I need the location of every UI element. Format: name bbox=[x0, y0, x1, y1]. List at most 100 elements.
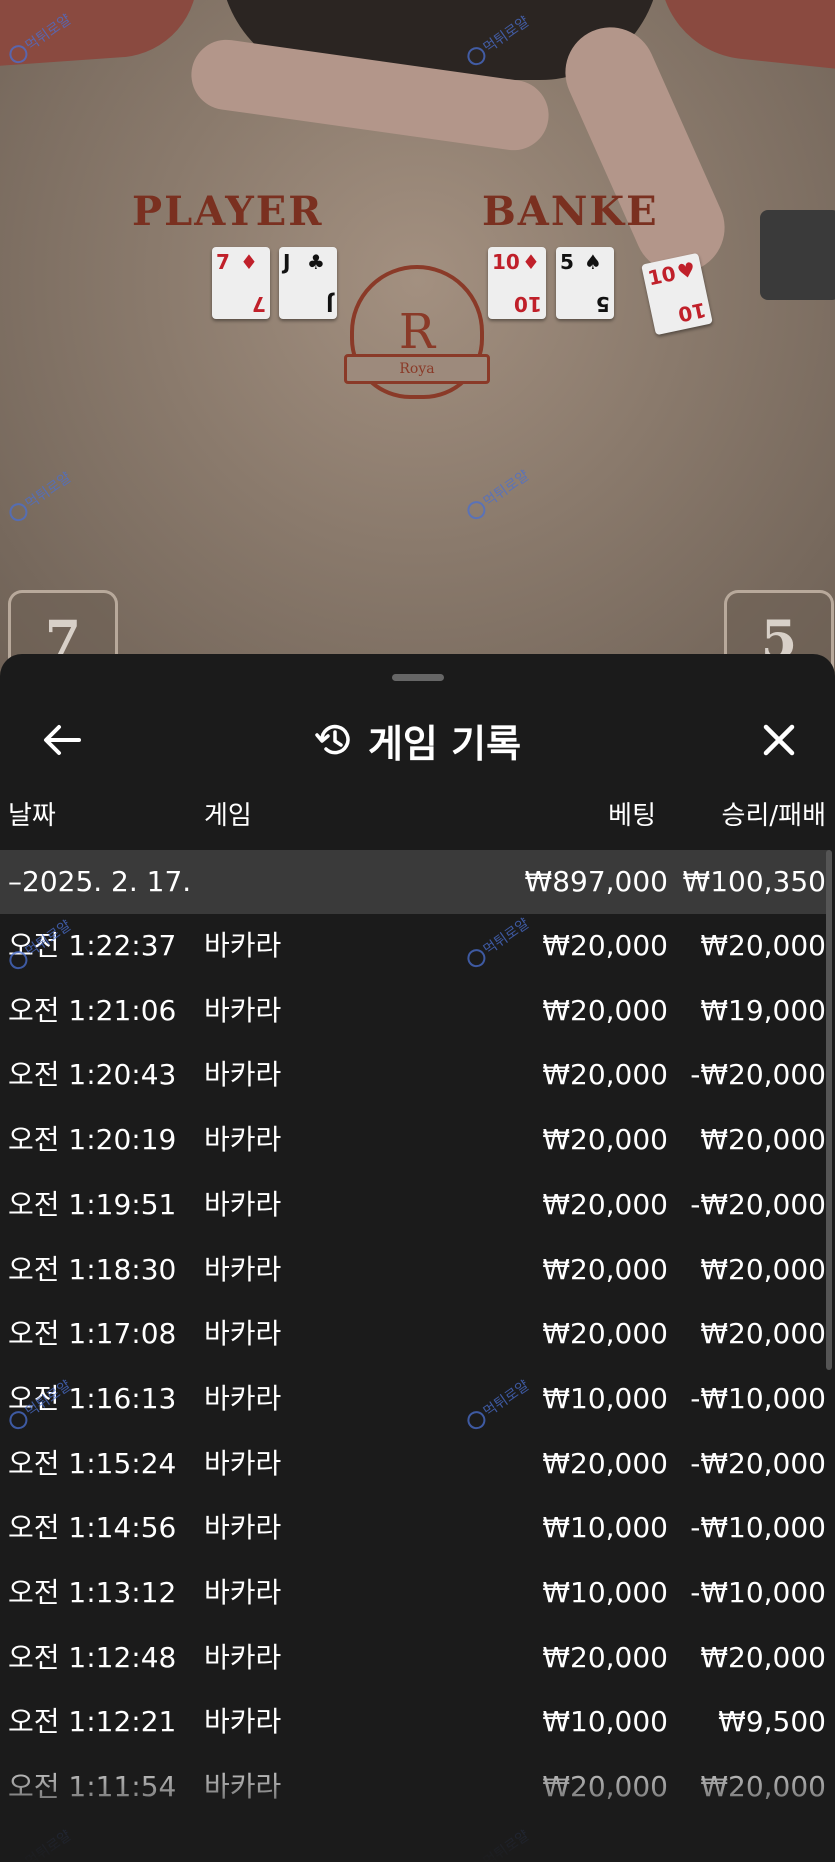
row-game: 바카라 bbox=[204, 1770, 282, 1804]
row-bet: ₩20,000 bbox=[542, 1640, 668, 1674]
row-result: -₩10,000 bbox=[690, 1381, 826, 1415]
card-shoe bbox=[760, 210, 835, 300]
player-label: PLAYER bbox=[132, 188, 324, 235]
row-time: 오전 1:20:19 bbox=[8, 1123, 177, 1157]
row-game: 바카라 bbox=[204, 1446, 282, 1480]
row-time: 오전 1:21:06 bbox=[8, 993, 177, 1027]
row-bet: ₩20,000 bbox=[542, 993, 668, 1027]
row-bet: ₩20,000 bbox=[542, 1187, 668, 1221]
history-row[interactable]: 오전 1:13:12 바카라 ₩10,000 -₩10,000 bbox=[0, 1561, 830, 1625]
row-result: ₩19,000 bbox=[700, 993, 826, 1027]
row-time: 오전 1:18:30 bbox=[8, 1252, 177, 1286]
history-row[interactable]: 오전 1:16:13 바카라 ₩10,000 -₩10,000 bbox=[0, 1367, 830, 1431]
row-result: ₩20,000 bbox=[700, 929, 826, 962]
row-bet: ₩20,000 bbox=[542, 1058, 668, 1092]
date-group-label: –2025. 2. 17. bbox=[8, 865, 192, 898]
row-time: 오전 1:15:24 bbox=[8, 1446, 177, 1480]
history-row[interactable]: 오전 1:21:06 바카라 ₩20,000 ₩19,000 bbox=[0, 979, 830, 1043]
date-group-result-total: ₩100,350 bbox=[682, 865, 826, 898]
history-icon bbox=[315, 724, 350, 755]
banker-card: 10 ♦ 10 bbox=[488, 247, 546, 319]
watermark: 먹튀로얄 bbox=[463, 1825, 533, 1862]
spade-icon: ♠ bbox=[584, 250, 602, 274]
scrollbar[interactable] bbox=[826, 850, 832, 1370]
player-card: J ♣ J bbox=[279, 247, 337, 319]
row-time: 오전 1:12:21 bbox=[8, 1705, 177, 1739]
live-video-feed: PLAYER BANKE 7 ♦ 7 J ♣ J 10 ♦ 10 5 ♠ 5 1… bbox=[0, 0, 835, 700]
row-result: ₩20,000 bbox=[700, 1770, 826, 1804]
history-row[interactable]: 오전 1:22:37 바카라 ₩20,000 ₩20,000 bbox=[0, 914, 830, 978]
game-history-sheet: 게임 기록 날짜 게임 베팅 승리/패배 –2025. 2. 17. ₩897,… bbox=[0, 654, 835, 1862]
row-game: 바카라 bbox=[204, 1640, 282, 1674]
banker-card: 5 ♠ 5 bbox=[556, 247, 614, 319]
row-bet: ₩10,000 bbox=[542, 1705, 668, 1739]
watermark: 먹튀로얄 bbox=[463, 465, 533, 523]
club-icon: ♣ bbox=[307, 250, 325, 274]
row-game: 바카라 bbox=[204, 1576, 282, 1609]
history-row[interactable]: 오전 1:18:30 바카라 ₩20,000 ₩20,000 bbox=[0, 1238, 830, 1302]
sheet-header: 게임 기록 bbox=[0, 694, 835, 784]
row-game: 바카라 bbox=[204, 1252, 282, 1286]
date-group-bet-total: ₩897,000 bbox=[524, 865, 668, 898]
row-game: 바카라 bbox=[204, 993, 282, 1027]
close-icon bbox=[763, 724, 795, 756]
date-group-row[interactable]: –2025. 2. 17. ₩897,000 ₩100,350 bbox=[0, 850, 830, 914]
row-time: 오전 1:12:48 bbox=[8, 1640, 177, 1674]
row-bet: ₩10,000 bbox=[542, 1381, 668, 1415]
watermark: 먹튀로얄 bbox=[5, 1825, 75, 1862]
row-game: 바카라 bbox=[204, 1511, 282, 1545]
history-row[interactable]: 오전 1:15:24 바카라 ₩20,000 -₩20,000 bbox=[0, 1432, 830, 1496]
row-time: 오전 1:14:56 bbox=[8, 1511, 177, 1545]
history-row[interactable]: 오전 1:20:19 바카라 ₩20,000 ₩20,000 bbox=[0, 1108, 830, 1172]
diamond-icon: ♦ bbox=[240, 250, 258, 274]
history-row[interactable]: 오전 1:12:48 바카라 ₩20,000 ₩20,000 bbox=[0, 1626, 830, 1690]
history-row[interactable]: 오전 1:20:43 바카라 ₩20,000 -₩20,000 bbox=[0, 1043, 830, 1107]
row-result: ₩9,500 bbox=[718, 1705, 826, 1739]
drag-handle[interactable] bbox=[392, 674, 444, 681]
history-row[interactable]: 오전 1:14:56 바카라 ₩10,000 -₩10,000 bbox=[0, 1496, 830, 1560]
row-bet: ₩20,000 bbox=[542, 929, 668, 962]
row-bet: ₩10,000 bbox=[542, 1576, 668, 1609]
row-result: ₩20,000 bbox=[700, 1640, 826, 1674]
row-game: 바카라 bbox=[204, 1705, 282, 1739]
row-game: 바카라 bbox=[204, 1123, 282, 1157]
row-result: -₩20,000 bbox=[690, 1446, 826, 1480]
table-rail-right bbox=[650, 0, 835, 71]
row-game: 바카라 bbox=[204, 1187, 282, 1221]
history-row[interactable]: 오전 1:19:51 바카라 ₩20,000 -₩20,000 bbox=[0, 1173, 830, 1237]
dealer-hand bbox=[551, 12, 739, 288]
row-bet: ₩20,000 bbox=[542, 1770, 668, 1804]
crest-banner: Roya bbox=[344, 354, 490, 384]
row-game: 바카라 bbox=[204, 1317, 282, 1351]
row-bet: ₩20,000 bbox=[542, 1252, 668, 1286]
row-game: 바카라 bbox=[204, 1381, 282, 1415]
row-result: -₩20,000 bbox=[690, 1187, 826, 1221]
banker-label: BANKE bbox=[482, 188, 659, 235]
history-row[interactable]: 오전 1:12:21 바카라 ₩10,000 ₩9,500 bbox=[0, 1690, 830, 1754]
history-row[interactable]: 오전 1:17:08 바카라 ₩20,000 ₩20,000 bbox=[0, 1302, 830, 1366]
close-button[interactable] bbox=[753, 714, 805, 766]
row-result: -₩10,000 bbox=[690, 1511, 826, 1545]
row-time: 오전 1:19:51 bbox=[8, 1187, 177, 1221]
column-header-bet: 베팅 bbox=[608, 801, 656, 831]
column-header-result: 승리/패배 bbox=[721, 801, 826, 831]
heart-icon: ♥ bbox=[675, 256, 698, 285]
row-time: 오전 1:13:12 bbox=[8, 1576, 177, 1609]
diamond-icon: ♦ bbox=[522, 250, 540, 274]
row-result: -₩10,000 bbox=[690, 1576, 826, 1609]
row-result: ₩20,000 bbox=[700, 1123, 826, 1157]
sheet-title: 게임 기록 bbox=[367, 721, 522, 766]
row-time: 오전 1:11:54 bbox=[8, 1770, 177, 1804]
column-header-game: 게임 bbox=[204, 801, 252, 831]
row-result: -₩20,000 bbox=[690, 1058, 826, 1092]
row-result: ₩20,000 bbox=[700, 1317, 826, 1351]
row-bet: ₩20,000 bbox=[542, 1317, 668, 1351]
row-time: 오전 1:20:43 bbox=[8, 1058, 177, 1092]
row-game: 바카라 bbox=[204, 1058, 282, 1092]
row-bet: ₩20,000 bbox=[542, 1123, 668, 1157]
row-time: 오전 1:17:08 bbox=[8, 1317, 177, 1351]
row-bet: ₩20,000 bbox=[542, 1446, 668, 1480]
player-card: 7 ♦ 7 bbox=[212, 247, 270, 319]
history-row[interactable]: 오전 1:11:54 바카라 ₩20,000 ₩20,000 bbox=[0, 1755, 830, 1819]
column-header-date: 날짜 bbox=[8, 801, 56, 831]
